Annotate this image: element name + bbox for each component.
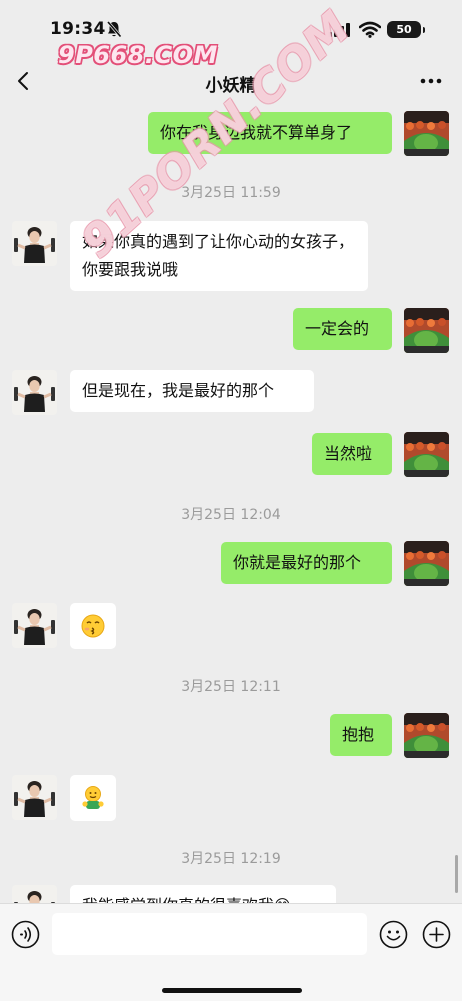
message-bubble-received[interactable] (70, 775, 116, 821)
message-bubble-received[interactable]: 但是现在，我是最好的那个 (70, 370, 314, 412)
more-options-icon[interactable] (420, 78, 442, 84)
hug-emoji-icon (82, 786, 104, 809)
message-bubble-sent[interactable]: 一定会的 (293, 308, 392, 350)
wifi-icon (359, 21, 381, 38)
message-bubble-sent[interactable]: 抱抱 (330, 714, 392, 756)
scrollbar[interactable] (455, 855, 458, 893)
more-functions-plus-icon[interactable] (422, 920, 451, 949)
message-bubble-sent[interactable]: 当然啦 (312, 433, 392, 475)
message-timestamp: 3月25日 11:59 (181, 185, 281, 201)
message-bubble-sent[interactable]: 你就是最好的那个 (221, 542, 392, 584)
my-avatar[interactable] (404, 713, 449, 758)
cellular-signal-icon (328, 23, 350, 37)
message-timestamp: 3月25日 12:11 (181, 679, 281, 695)
contact-avatar[interactable] (12, 370, 57, 415)
my-avatar[interactable] (404, 111, 449, 156)
message-timestamp: 3月25日 12:19 (181, 851, 281, 867)
contact-avatar[interactable] (12, 603, 57, 648)
bell-off-icon (106, 21, 122, 38)
emoji-picker-icon[interactable] (379, 920, 408, 949)
chat-title: 小妖精 (205, 76, 257, 96)
status-bar: 19:34 50 (0, 0, 462, 44)
message-input[interactable] (52, 913, 367, 955)
message-timestamp: 3月25日 12:04 (181, 507, 281, 523)
contact-avatar[interactable] (12, 221, 57, 266)
my-avatar[interactable] (404, 432, 449, 477)
my-avatar[interactable] (404, 541, 449, 586)
my-avatar[interactable] (404, 308, 449, 353)
battery-indicator: 50 (387, 21, 425, 38)
input-bar (0, 903, 462, 1001)
nav-bar: 小妖精 (0, 58, 462, 104)
message-bubble-sent[interactable]: 你在我身边我就不算单身了 (148, 112, 392, 154)
voice-input-icon[interactable] (11, 920, 40, 949)
status-time: 19:34 (50, 19, 106, 39)
kiss-emoji-icon (81, 614, 105, 638)
message-bubble-received[interactable]: 如果你真的遇到了让你心动的女孩子，你要跟我说哦 (70, 221, 368, 291)
contact-avatar[interactable] (12, 775, 57, 820)
message-bubble-received[interactable] (70, 603, 116, 649)
home-indicator[interactable] (162, 988, 302, 993)
